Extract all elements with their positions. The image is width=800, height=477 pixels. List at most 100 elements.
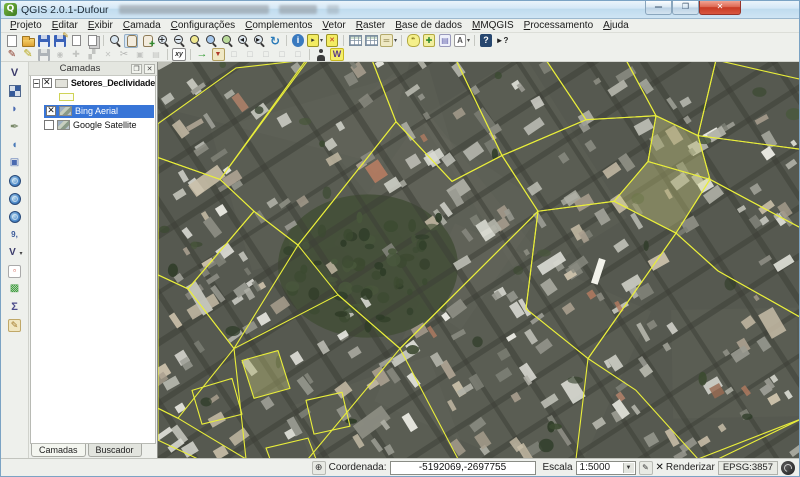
menu-item-raster[interactable]: Raster [351, 19, 390, 32]
plugin-layer-tool-3[interactable]: □ [259, 48, 273, 62]
add-wfs-layer[interactable] [8, 210, 22, 224]
panel-float-icon[interactable]: ❐ [131, 63, 142, 74]
map-canvas[interactable] [158, 62, 799, 458]
add-wcs-layer[interactable] [8, 192, 22, 206]
refresh-map[interactable]: ↻ [268, 34, 282, 48]
chevron-down-icon[interactable]: ▾ [19, 250, 22, 257]
plugin-layer-tool-1[interactable]: □ [227, 48, 241, 62]
zoom-last[interactable]: ◂ [236, 34, 250, 48]
aerial-map[interactable] [158, 62, 799, 458]
add-feature[interactable]: ◉ [53, 48, 67, 62]
panel-close-icon[interactable]: ✕ [144, 63, 155, 74]
menu-item-configurações[interactable]: Configurações [166, 19, 241, 32]
add-mssql-layer[interactable]: ◖ [8, 138, 22, 152]
save-layer-edits[interactable] [37, 48, 51, 62]
menu-item-ajuda[interactable]: Ajuda [598, 19, 634, 32]
coordinate-capture[interactable]: xy [172, 48, 186, 62]
touch-zoom-pan[interactable] [108, 34, 122, 48]
field-calculator[interactable] [364, 34, 378, 48]
zoom-in[interactable]: + [156, 34, 170, 48]
selected-layer-highlight[interactable]: ✕ Bing Aerial [44, 104, 154, 118]
new-project[interactable] [5, 34, 19, 48]
deselect-features[interactable]: ✕ [325, 34, 339, 48]
chevron-down-icon[interactable]: ▼ [622, 462, 634, 473]
coordinate-tracking-icon[interactable]: ⊕ [311, 460, 326, 475]
layer-visibility-checkbox[interactable]: ✕ [41, 78, 52, 88]
delete-selected[interactable]: ✕ [101, 48, 115, 62]
show-statistical-summary[interactable]: Σ [8, 300, 22, 314]
add-all-to-overview[interactable]: ▩ [8, 282, 22, 296]
menu-item-vetor[interactable]: Vetor [317, 19, 350, 32]
coordinate-input[interactable] [389, 460, 536, 475]
add-wms-layer[interactable] [8, 174, 22, 188]
menu-item-camada[interactable]: Camada [118, 19, 166, 32]
save-project-as[interactable]: ✎ [53, 31, 69, 48]
plugin-export-layer[interactable]: ▼ [211, 48, 225, 62]
layer-label[interactable]: Google Satellite [73, 120, 137, 130]
copy-features[interactable]: ▣ [133, 48, 147, 62]
menu-item-mmqgis[interactable]: MMQGIS [467, 19, 519, 32]
plugin-layer-tool-4[interactable]: □ [275, 48, 289, 62]
dock-tab-buscador[interactable]: Buscador [87, 444, 142, 457]
georeferencer[interactable] [314, 48, 328, 62]
composer-manager[interactable] [85, 34, 99, 48]
add-raster-layer[interactable] [8, 84, 22, 98]
remove-layer[interactable]: ▫ [8, 264, 22, 278]
chevron-down-icon[interactable]: ▾ [467, 37, 470, 44]
menu-item-complementos[interactable]: Complementos [240, 19, 317, 32]
chevron-down-icon[interactable]: ▾ [394, 37, 397, 44]
plugin-layer-tool-5[interactable]: □ [291, 48, 305, 62]
plugin-layer-tool-2[interactable]: □ [243, 48, 257, 62]
move-feature[interactable]: ✚ [69, 48, 83, 62]
new-bookmark[interactable]: ✚ [422, 34, 436, 48]
chevron-down-icon[interactable]: ▾ [320, 37, 323, 44]
zoom-out[interactable]: − [172, 34, 186, 48]
layer-label[interactable]: Bing Aerial [75, 106, 118, 116]
pan-to-selection[interactable]: ✚ [140, 34, 155, 48]
layer-visibility-checkbox[interactable] [44, 120, 54, 130]
new-print-composer[interactable] [69, 34, 83, 48]
expander-icon[interactable]: − [33, 78, 40, 88]
text-annotation[interactable]: A ▾ [454, 34, 470, 48]
toggle-editing[interactable]: ✎ [21, 48, 35, 62]
new-shapefile-layer[interactable]: V ▾ [6, 246, 22, 260]
zoom-to-selection[interactable] [204, 34, 218, 48]
dock-tab-camadas[interactable]: Camadas [31, 444, 86, 457]
openlayers-plugin-active[interactable]: W [330, 48, 344, 62]
layer-row-setores-declividade-final[interactable]: −✕ Setores_Declividade_Final [31, 76, 155, 90]
add-spatialite-layer[interactable]: ✒ [8, 120, 22, 134]
measure-line[interactable]: ═ ▾ [380, 34, 397, 48]
select-features[interactable]: ▸ ▾ [307, 34, 323, 48]
layer-row-google-satellite[interactable]: Google Satellite [31, 118, 155, 132]
add-postgis-layer[interactable]: ◗ [8, 102, 22, 116]
zoom-to-layer[interactable] [220, 34, 234, 48]
plugin-import-arrow[interactable]: → [195, 48, 209, 62]
maximize-button[interactable]: ❐ [672, 1, 699, 15]
layer-row-bing-aerial[interactable]: ✕ Bing Aerial [31, 104, 155, 118]
render-checkbox[interactable]: ✕ Renderizar [656, 462, 715, 473]
close-button[interactable]: ✕ [699, 1, 741, 15]
open-project[interactable] [21, 34, 35, 48]
crs-globe-icon[interactable] [781, 460, 795, 475]
add-delimited-text-layer[interactable]: 9, [8, 228, 22, 242]
node-tool[interactable]: ▞ [85, 48, 99, 62]
zoom-next[interactable]: ▸ [252, 34, 266, 48]
menu-item-processamento[interactable]: Processamento [519, 19, 598, 32]
scale-combobox[interactable]: 1:5000 ▼ [575, 460, 636, 475]
menu-item-projeto[interactable]: Projeto [5, 19, 47, 32]
menu-item-base-de-dados[interactable]: Base de dados [390, 19, 467, 32]
current-edits[interactable]: ✎ [5, 48, 19, 62]
zoom-full[interactable] [188, 34, 202, 48]
open-attribute-table[interactable] [348, 34, 362, 48]
add-vector-layer[interactable]: V [8, 66, 22, 80]
menu-item-exibir[interactable]: Exibir [83, 19, 118, 32]
show-bookmarks[interactable]: ▤ [438, 34, 452, 48]
whats-this[interactable]: ►? [495, 34, 509, 48]
save-project[interactable] [37, 34, 51, 48]
map-tips[interactable]: ❝ [406, 34, 420, 48]
pan-map[interactable] [124, 33, 138, 48]
scale-edit-icon[interactable]: ✎ [638, 460, 653, 475]
minimize-button[interactable]: — [645, 1, 672, 15]
help-contents[interactable]: ? [479, 34, 493, 48]
layer-label[interactable]: Setores_Declividade_Final [71, 78, 155, 88]
